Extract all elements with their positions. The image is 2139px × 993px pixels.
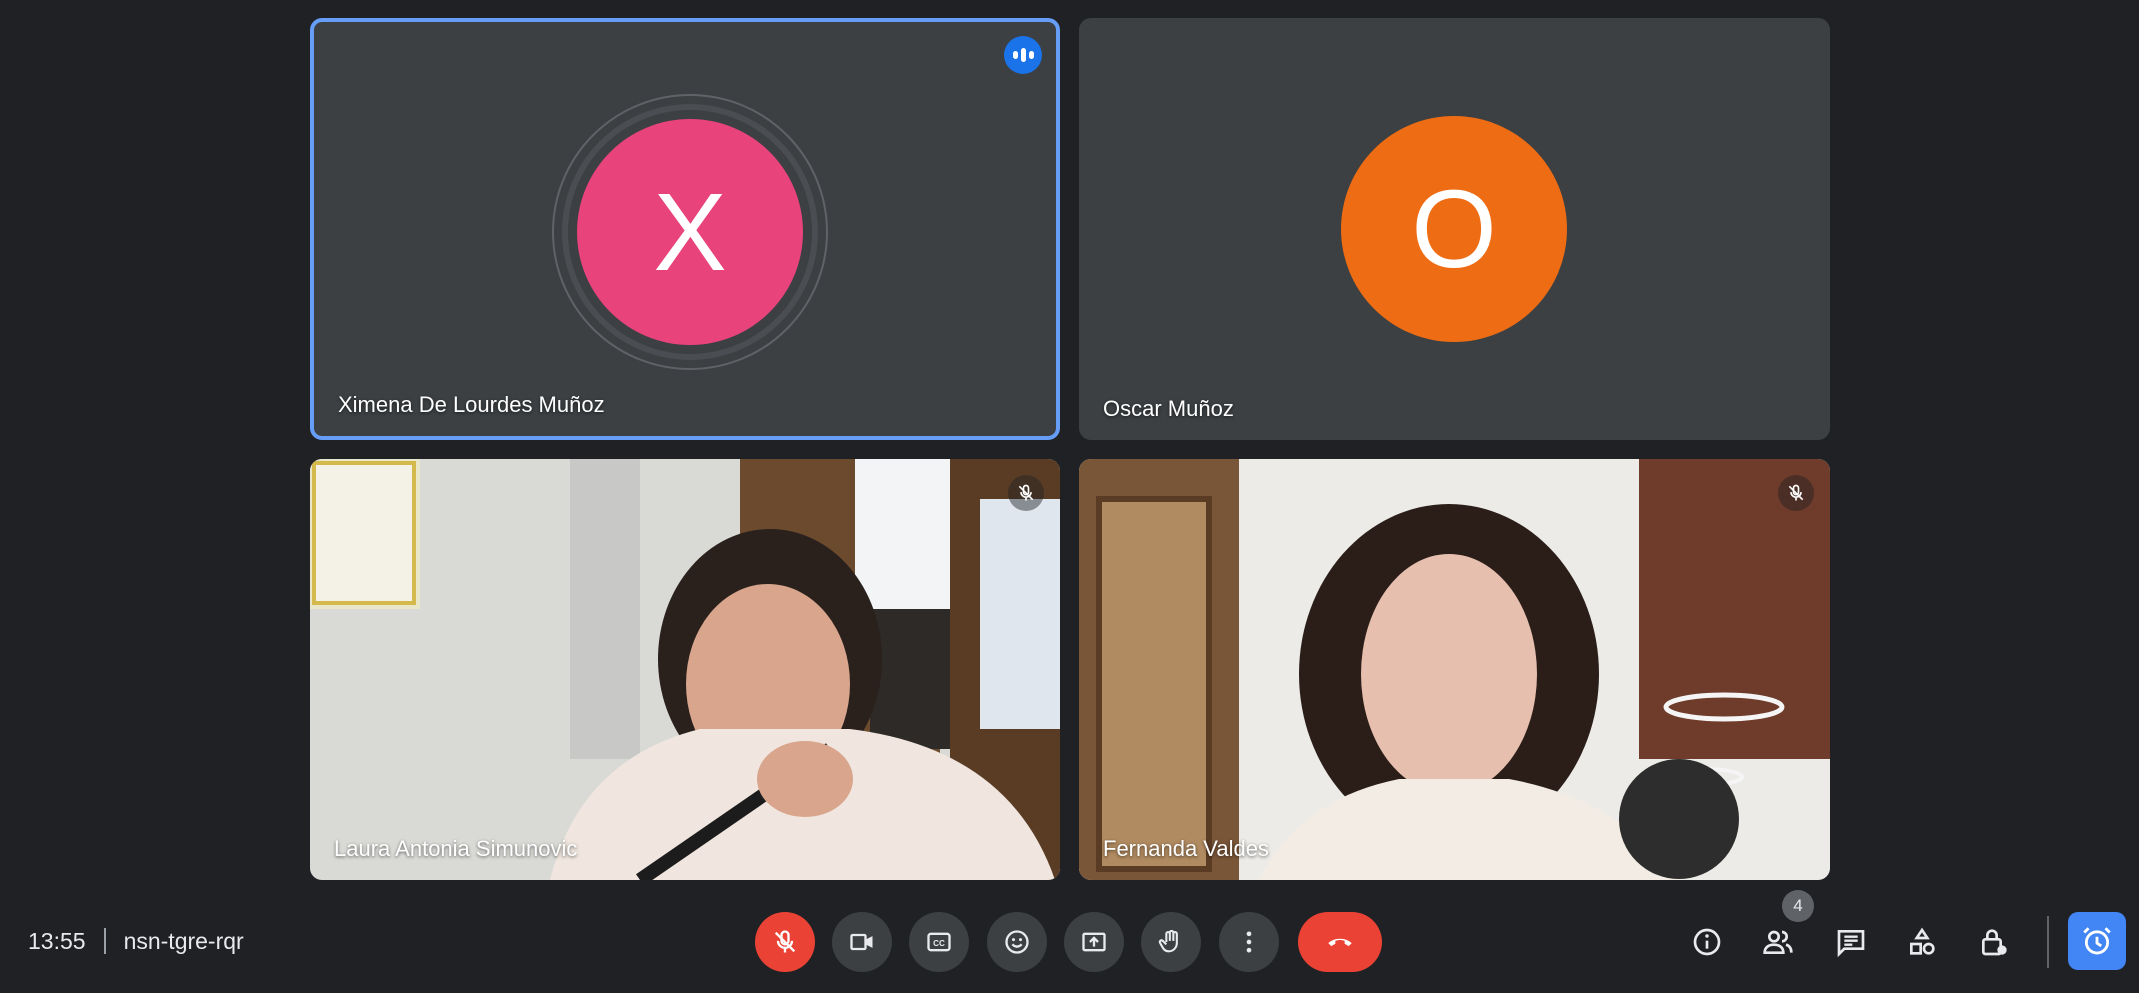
videocam-icon bbox=[850, 933, 873, 951]
muted-icon bbox=[1778, 475, 1814, 511]
chat-button[interactable] bbox=[1827, 918, 1875, 966]
more-options-button[interactable] bbox=[1219, 912, 1279, 972]
chat-icon bbox=[1837, 930, 1865, 958]
info-icon bbox=[1693, 928, 1721, 956]
participant-name: Laura Antonia Simunovic bbox=[334, 836, 578, 861]
leave-call-button[interactable] bbox=[1298, 912, 1382, 972]
meeting-time: 13:55 bbox=[28, 927, 86, 954]
muted-icon bbox=[1008, 475, 1044, 511]
host-controls-button[interactable] bbox=[1970, 918, 2018, 966]
present-screen-icon bbox=[1082, 932, 1106, 952]
participant-name: Oscar Muñoz bbox=[1103, 396, 1234, 421]
people-icon bbox=[1763, 930, 1793, 954]
participant-tile-fernanda[interactable]: Fernanda Valdes bbox=[1079, 459, 1830, 880]
meeting-info: 13:55 nsn-tgre-rqr bbox=[28, 922, 244, 960]
captions-button[interactable]: CC bbox=[909, 912, 969, 972]
raise-hand-button[interactable] bbox=[1141, 912, 1201, 972]
call-end-icon bbox=[1328, 938, 1352, 947]
people-button[interactable] bbox=[1754, 918, 1802, 966]
hand-icon bbox=[1158, 929, 1178, 953]
speaking-indicator-icon bbox=[1004, 36, 1042, 74]
activities-icon bbox=[1910, 927, 1935, 955]
participant-tile-ximena[interactable]: X Ximena De Lourdes Muñoz bbox=[310, 18, 1060, 440]
present-screen-button[interactable] bbox=[1064, 912, 1124, 972]
participant-tile-oscar[interactable]: O Oscar Muñoz bbox=[1079, 18, 1830, 440]
emoji-icon bbox=[1005, 930, 1029, 954]
microphone-toggle-button[interactable] bbox=[755, 912, 815, 972]
more-vert-icon bbox=[1246, 931, 1252, 953]
alarm-icon bbox=[2083, 927, 2111, 955]
toolbar-divider bbox=[2047, 916, 2049, 968]
participant-name: Ximena De Lourdes Muñoz bbox=[338, 392, 605, 417]
alarm-button[interactable] bbox=[2068, 912, 2126, 970]
camera-toggle-button[interactable] bbox=[832, 912, 892, 972]
avatar-ximena: X bbox=[577, 119, 803, 345]
meeting-code: nsn-tgre-rqr bbox=[123, 927, 244, 954]
participant-name: Fernanda Valdes bbox=[1103, 836, 1269, 861]
meeting-details-button[interactable] bbox=[1683, 918, 1731, 966]
host-controls-icon bbox=[1982, 929, 2007, 956]
reactions-button[interactable] bbox=[987, 912, 1047, 972]
closed-captions-icon: CC bbox=[927, 932, 951, 952]
activities-button[interactable] bbox=[1898, 918, 1946, 966]
avatar-oscar: O bbox=[1341, 116, 1567, 342]
participant-video bbox=[310, 459, 1060, 880]
participant-video bbox=[1079, 459, 1830, 880]
mic-off-icon bbox=[774, 930, 796, 953]
participant-tile-laura[interactable]: Laura Antonia Simunovic bbox=[310, 459, 1060, 880]
people-count-badge: 4 bbox=[1782, 890, 1814, 922]
svg-text:CC: CC bbox=[933, 939, 945, 948]
divider bbox=[103, 928, 106, 954]
